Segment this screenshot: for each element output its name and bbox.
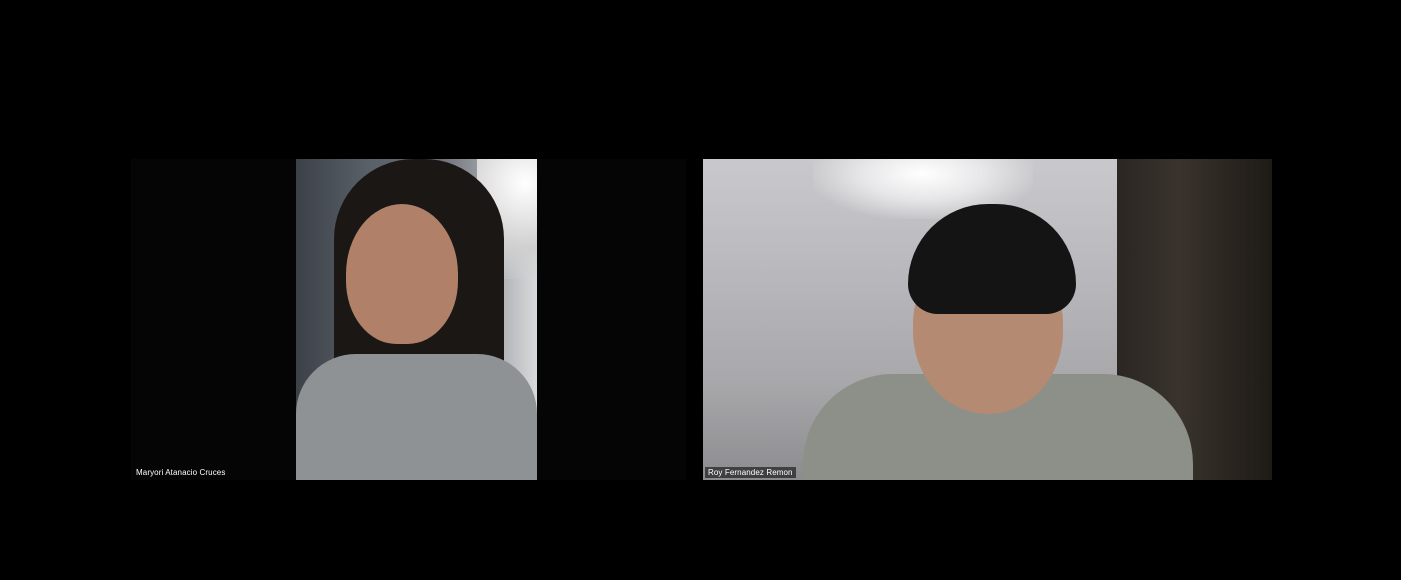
participant-name-label: Roy Fernandez Remon (705, 467, 796, 478)
participant-video (296, 159, 537, 480)
participant-video (703, 159, 1272, 480)
hair-shape (908, 204, 1076, 314)
participant-name-label: Maryori Atanacio Cruces (136, 468, 226, 477)
face-shape (346, 204, 458, 344)
participant-tile-maryori[interactable]: Maryori Atanacio Cruces (131, 159, 686, 480)
video-call-stage: Maryori Atanacio Cruces Roy Fernandez Re… (0, 0, 1401, 580)
shirt-shape (296, 354, 537, 480)
participant-tile-roy[interactable]: Roy Fernandez Remon (703, 159, 1272, 480)
